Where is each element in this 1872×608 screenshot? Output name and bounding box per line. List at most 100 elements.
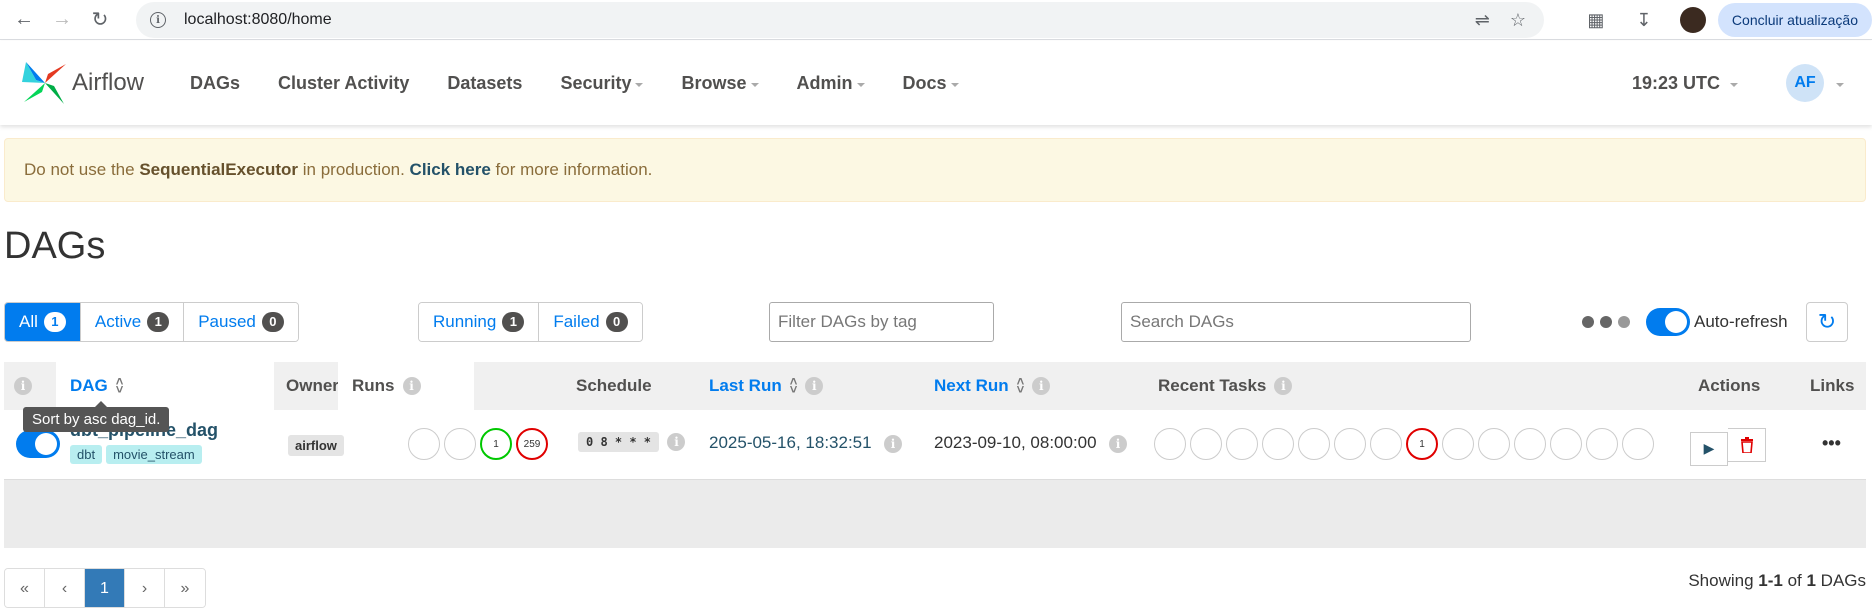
- chevron-down-icon[interactable]: [1836, 83, 1844, 87]
- alert-suffix: for more information.: [490, 160, 653, 179]
- nav-item-security[interactable]: Security: [560, 73, 644, 94]
- task-state-circle[interactable]: [1478, 428, 1510, 460]
- task-state-circle[interactable]: [1334, 428, 1366, 460]
- info-icon[interactable]: i: [667, 433, 686, 451]
- nav-item-label: Datasets: [447, 72, 523, 93]
- alert-link[interactable]: Click here: [410, 160, 491, 180]
- reload-icon[interactable]: ↻: [84, 4, 116, 36]
- run-state-circle[interactable]: [408, 428, 440, 460]
- autorefresh-toggle[interactable]: [1646, 308, 1690, 336]
- col-last-run[interactable]: Last Run ˄ ˅ i: [709, 362, 824, 410]
- col-links-label: Links: [1810, 376, 1855, 395]
- last-page-button[interactable]: »: [165, 569, 205, 607]
- sort-icon: ˄˅: [789, 374, 798, 397]
- last-run-link[interactable]: 2025-05-16, 18:32:51: [709, 433, 872, 452]
- col-next-run[interactable]: Next Run ˄ ˅ i: [934, 362, 1051, 410]
- run-success-circle[interactable]: 1: [480, 428, 512, 460]
- info-icon[interactable]: i: [884, 435, 903, 453]
- owner-badge[interactable]: airflow: [288, 435, 344, 456]
- col-recent-tasks-label: Recent Tasks: [1158, 376, 1267, 395]
- info-icon[interactable]: i: [805, 377, 824, 395]
- address-bar[interactable]: i localhost:8080/home ⇌ ☆: [136, 2, 1544, 38]
- status-filter-group: All 1 Active 1 Paused 0: [4, 302, 299, 342]
- col-schedule: Schedule: [576, 362, 652, 410]
- filter-all-count: 1: [43, 312, 66, 332]
- download-icon[interactable]: ↧: [1629, 5, 1659, 35]
- nav-item-datasets[interactable]: Datasets: [447, 73, 522, 94]
- nav-item-admin[interactable]: Admin: [797, 73, 865, 94]
- trigger-dag-button[interactable]: ▶: [1690, 431, 1728, 466]
- task-state-circle[interactable]: [1622, 428, 1654, 460]
- brand[interactable]: Airflow: [22, 60, 190, 106]
- search-dags-input[interactable]: [1121, 302, 1471, 342]
- nav-item-label: Docs: [902, 72, 947, 93]
- task-state-circle[interactable]: [1586, 428, 1618, 460]
- sort-icon: ˄˅: [1016, 374, 1025, 397]
- dag-pause-toggle[interactable]: [16, 430, 60, 458]
- task-state-circle[interactable]: [1298, 428, 1330, 460]
- actions-cell: ▶: [1690, 428, 1766, 466]
- showing-total: 1: [1806, 571, 1816, 590]
- task-state-circle[interactable]: [1370, 428, 1402, 460]
- refresh-button[interactable]: ↻: [1806, 302, 1848, 342]
- clock-menu[interactable]: 19:23 UTC: [1632, 73, 1738, 94]
- url-text: localhost:8080/home: [184, 11, 332, 28]
- tag-filter-input[interactable]: [769, 302, 994, 342]
- filter-running-button[interactable]: Running 1: [419, 303, 540, 341]
- translate-icon[interactable]: ⇌: [1475, 10, 1490, 31]
- airflow-logo-icon: [22, 62, 66, 104]
- task-failed-circle[interactable]: 1: [1406, 428, 1438, 460]
- alert-middle: in production.: [298, 160, 410, 179]
- filter-active-button[interactable]: Active 1: [80, 303, 185, 341]
- run-state-circle[interactable]: [444, 428, 476, 460]
- task-state-circle[interactable]: [1514, 428, 1546, 460]
- delete-dag-button[interactable]: [1728, 428, 1766, 462]
- run-failed-circle[interactable]: 259: [516, 428, 548, 460]
- task-state-circle[interactable]: [1262, 428, 1294, 460]
- links-menu-icon[interactable]: •••: [1822, 433, 1841, 454]
- first-page-button[interactable]: «: [5, 569, 45, 607]
- last-run-cell: 2025-05-16, 18:32:51 i: [709, 433, 903, 453]
- nav-item-browse[interactable]: Browse: [681, 73, 759, 94]
- dag-tag[interactable]: dbt: [70, 445, 103, 464]
- nav-item-cluster-activity[interactable]: Cluster Activity: [278, 73, 409, 94]
- user-avatar[interactable]: AF: [1786, 64, 1824, 102]
- back-icon[interactable]: ←: [8, 4, 40, 36]
- autorefresh-label: Auto-refresh: [1694, 312, 1788, 331]
- chevron-down-icon: [856, 83, 865, 87]
- update-button[interactable]: Concluir atualização: [1717, 3, 1872, 37]
- filter-all-button[interactable]: All 1: [5, 303, 81, 341]
- filter-failed-label: Failed: [553, 312, 600, 331]
- task-state-circle[interactable]: [1226, 428, 1258, 460]
- table-empty-area: [4, 480, 1866, 548]
- page-1-button[interactable]: 1: [85, 569, 125, 607]
- info-icon[interactable]: i: [1274, 377, 1293, 395]
- nav-item-dags[interactable]: DAGs: [190, 73, 240, 94]
- dags-table: i DAG ˄˅ Owner ˄˅ Runs i Schedule Last R…: [4, 362, 1866, 548]
- prev-page-button[interactable]: ‹: [45, 569, 85, 607]
- filter-paused-label: Paused: [198, 312, 256, 331]
- profile-avatar[interactable]: [1679, 7, 1706, 33]
- extensions-icon[interactable]: ▦: [1581, 5, 1611, 35]
- nav-item-docs[interactable]: Docs: [903, 73, 959, 94]
- next-page-button[interactable]: ›: [125, 569, 165, 607]
- forward-icon[interactable]: →: [46, 4, 78, 36]
- task-state-circle[interactable]: [1442, 428, 1474, 460]
- task-state-circle[interactable]: [1550, 428, 1582, 460]
- info-icon[interactable]: i: [1109, 435, 1128, 453]
- task-state-circle[interactable]: [1190, 428, 1222, 460]
- dag-tag[interactable]: movie_stream: [106, 445, 202, 464]
- col-dag[interactable]: DAG ˄ ˅: [56, 362, 274, 410]
- info-icon[interactable]: i: [402, 377, 421, 395]
- info-icon[interactable]: i: [1032, 377, 1051, 395]
- runs-cell: 1 259: [408, 428, 552, 460]
- filter-paused-button[interactable]: Paused 0: [184, 303, 298, 341]
- recent-tasks-cell: 1: [1154, 428, 1658, 460]
- task-state-circle[interactable]: [1154, 428, 1186, 460]
- col-actions: Actions: [1698, 362, 1760, 410]
- next-run-cell: 2023-09-10, 08:00:00 i: [934, 433, 1128, 453]
- filter-failed-button[interactable]: Failed 0: [539, 303, 642, 341]
- site-info-icon[interactable]: i: [150, 12, 166, 28]
- showing-of: of: [1782, 571, 1807, 590]
- bookmark-star-icon[interactable]: ☆: [1510, 10, 1526, 31]
